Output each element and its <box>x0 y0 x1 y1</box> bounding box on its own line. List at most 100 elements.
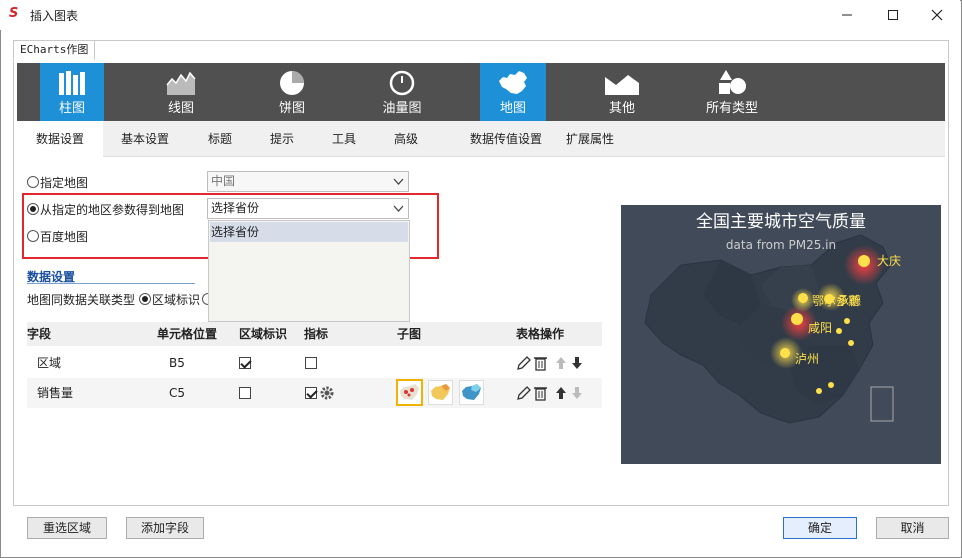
chart-type-gauge[interactable]: 油量图 <box>370 63 434 121</box>
tab-toolbox[interactable]: 工具 <box>319 121 369 157</box>
radio-label: 指定地图 <box>40 175 89 190</box>
region-id-checkbox[interactable] <box>239 387 251 399</box>
metric-checkbox[interactable] <box>305 357 317 369</box>
section-divider <box>27 283 195 284</box>
app-logo-icon: S <box>9 6 19 21</box>
gauge-icon <box>389 70 415 96</box>
chart-type-label: 饼图 <box>278 101 305 116</box>
close-button[interactable] <box>914 0 960 30</box>
header-metric: 指标 <box>304 327 329 341</box>
chart-type-bar-chart[interactable]: 柱图 <box>40 63 104 121</box>
specified-map-select[interactable]: 中国 <box>207 171 409 192</box>
title-bar: S 插入图表 <box>0 0 960 30</box>
chevron-down-icon <box>393 205 404 212</box>
tab-tooltip[interactable]: 提示 <box>257 121 307 157</box>
radio-button[interactable] <box>27 230 39 242</box>
city-label: 大庆 <box>877 254 901 268</box>
field-grid-header: 字段 单元格位置 区域标识 指标 子图 表格操作 <box>27 322 602 346</box>
minimize-icon <box>842 14 852 16</box>
radio-baidu-map[interactable]: 百度地图 <box>27 229 88 244</box>
region-id-checkbox[interactable] <box>239 357 251 369</box>
radio-region-id[interactable] <box>139 293 152 305</box>
move-up-icon <box>556 357 566 369</box>
metric-checkbox[interactable] <box>305 387 317 399</box>
settings-tabs: 数据设置 基本设置 标题 提示 工具 高级 数据传值设置 扩展属性 <box>17 121 945 157</box>
table-row: 销售量 C5 <box>27 378 602 408</box>
gear-icon[interactable] <box>319 385 335 401</box>
move-up-icon <box>556 387 566 399</box>
radio-specified-map[interactable]: 指定地图 <box>27 175 89 190</box>
maximize-button[interactable] <box>870 0 916 30</box>
radio-partial[interactable] <box>202 293 209 305</box>
edit-icon <box>517 356 531 370</box>
tab-data-transfer[interactable]: 数据传值设置 <box>445 121 567 157</box>
cell-position: C5 <box>169 386 186 400</box>
cancel-button[interactable]: 取消 <box>876 517 949 539</box>
chart-type-line-chart[interactable]: 线图 <box>149 63 213 121</box>
header-row-actions: 表格操作 <box>516 327 565 341</box>
assoc-type-row: 地图同数据关联类型 区域标识 <box>27 292 209 307</box>
chart-type-label: 其他 <box>608 101 635 116</box>
table-row: 区域 B5 <box>27 348 602 378</box>
field-name: 销售量 <box>37 386 74 400</box>
delete-icon <box>534 387 547 401</box>
city-label: 承德 <box>837 293 861 308</box>
radio-button[interactable] <box>27 176 39 188</box>
china-map-icon <box>499 71 527 94</box>
tab-data-settings[interactable]: 数据设置 <box>17 121 103 157</box>
delete-icon <box>534 357 547 371</box>
tab-basic-settings[interactable]: 基本设置 <box>109 121 181 157</box>
map-preview: 全国主要城市空气质量 data from PM25.in 大庆 鄂尔多斯 承德 … <box>621 205 941 464</box>
map-thumbnail-icon <box>400 384 419 400</box>
close-icon <box>931 9 943 21</box>
radio-button[interactable] <box>27 203 39 215</box>
minimize-button[interactable] <box>824 0 870 30</box>
dropdown-item[interactable]: 选择省份 <box>210 222 408 242</box>
chart-type-all[interactable]: 所有类型 <box>697 63 767 121</box>
add-field-button[interactable]: 添加字段 <box>126 517 204 539</box>
tab-echarts[interactable]: ECharts作图 <box>13 40 96 60</box>
radio-label: 从指定的地区参数得到地图 <box>40 202 185 217</box>
chart-type-label: 所有类型 <box>705 101 758 116</box>
subchart-thumb-region-map[interactable] <box>459 380 484 405</box>
map-thumbnail-icon <box>462 384 481 400</box>
radio-param-map[interactable]: 从指定的地区参数得到地图 <box>27 202 185 217</box>
cell-position: B5 <box>169 356 185 370</box>
maximize-icon <box>888 10 898 20</box>
chart-type-map[interactable]: 地图 <box>480 63 546 121</box>
header-field: 字段 <box>27 327 52 341</box>
pie-chart-icon <box>280 71 304 95</box>
row-actions <box>517 386 582 401</box>
mountain-icon <box>605 75 639 95</box>
chevron-down-icon <box>393 178 404 185</box>
chart-type-other[interactable]: 其他 <box>590 63 654 121</box>
move-down-icon <box>572 387 582 399</box>
header-cell-position: 单元格位置 <box>157 327 218 341</box>
city-label: 泸州 <box>795 352 819 366</box>
bar-chart-icon <box>59 71 85 95</box>
ok-button[interactable]: 确定 <box>783 517 857 539</box>
select-value: 选择省份 <box>211 201 260 215</box>
line-chart-icon <box>166 71 196 95</box>
province-select[interactable]: 选择省份 <box>207 198 409 219</box>
assoc-type-label: 地图同数据关联类型 <box>27 292 136 307</box>
chart-type-bar: 柱图 线图 饼图 油量图 地图 其他 所有类型 <box>17 63 945 121</box>
chart-type-label: 地图 <box>499 101 526 116</box>
tab-advanced[interactable]: 高级 <box>381 121 431 157</box>
radio-label: 区域标识 <box>152 292 201 307</box>
preview-subtitle: data from PM25.in <box>726 238 836 252</box>
tab-title[interactable]: 标题 <box>195 121 245 157</box>
map-thumbnail-icon <box>431 384 450 400</box>
subchart-thumb-scatter-map[interactable] <box>396 379 423 406</box>
shapes-icon <box>719 70 746 94</box>
subchart-thumb-heat-map[interactable] <box>428 380 453 405</box>
window-title: 插入图表 <box>30 9 79 23</box>
chart-type-pie-chart[interactable]: 饼图 <box>260 63 324 121</box>
chart-type-label: 油量图 <box>382 101 422 116</box>
chart-type-label: 线图 <box>167 101 194 116</box>
field-name: 区域 <box>37 356 62 370</box>
tab-extended-props[interactable]: 扩展属性 <box>557 121 623 157</box>
reselect-region-button[interactable]: 重选区域 <box>27 517 107 539</box>
move-down-icon <box>572 357 582 369</box>
header-region-id: 区域标识 <box>239 327 288 341</box>
